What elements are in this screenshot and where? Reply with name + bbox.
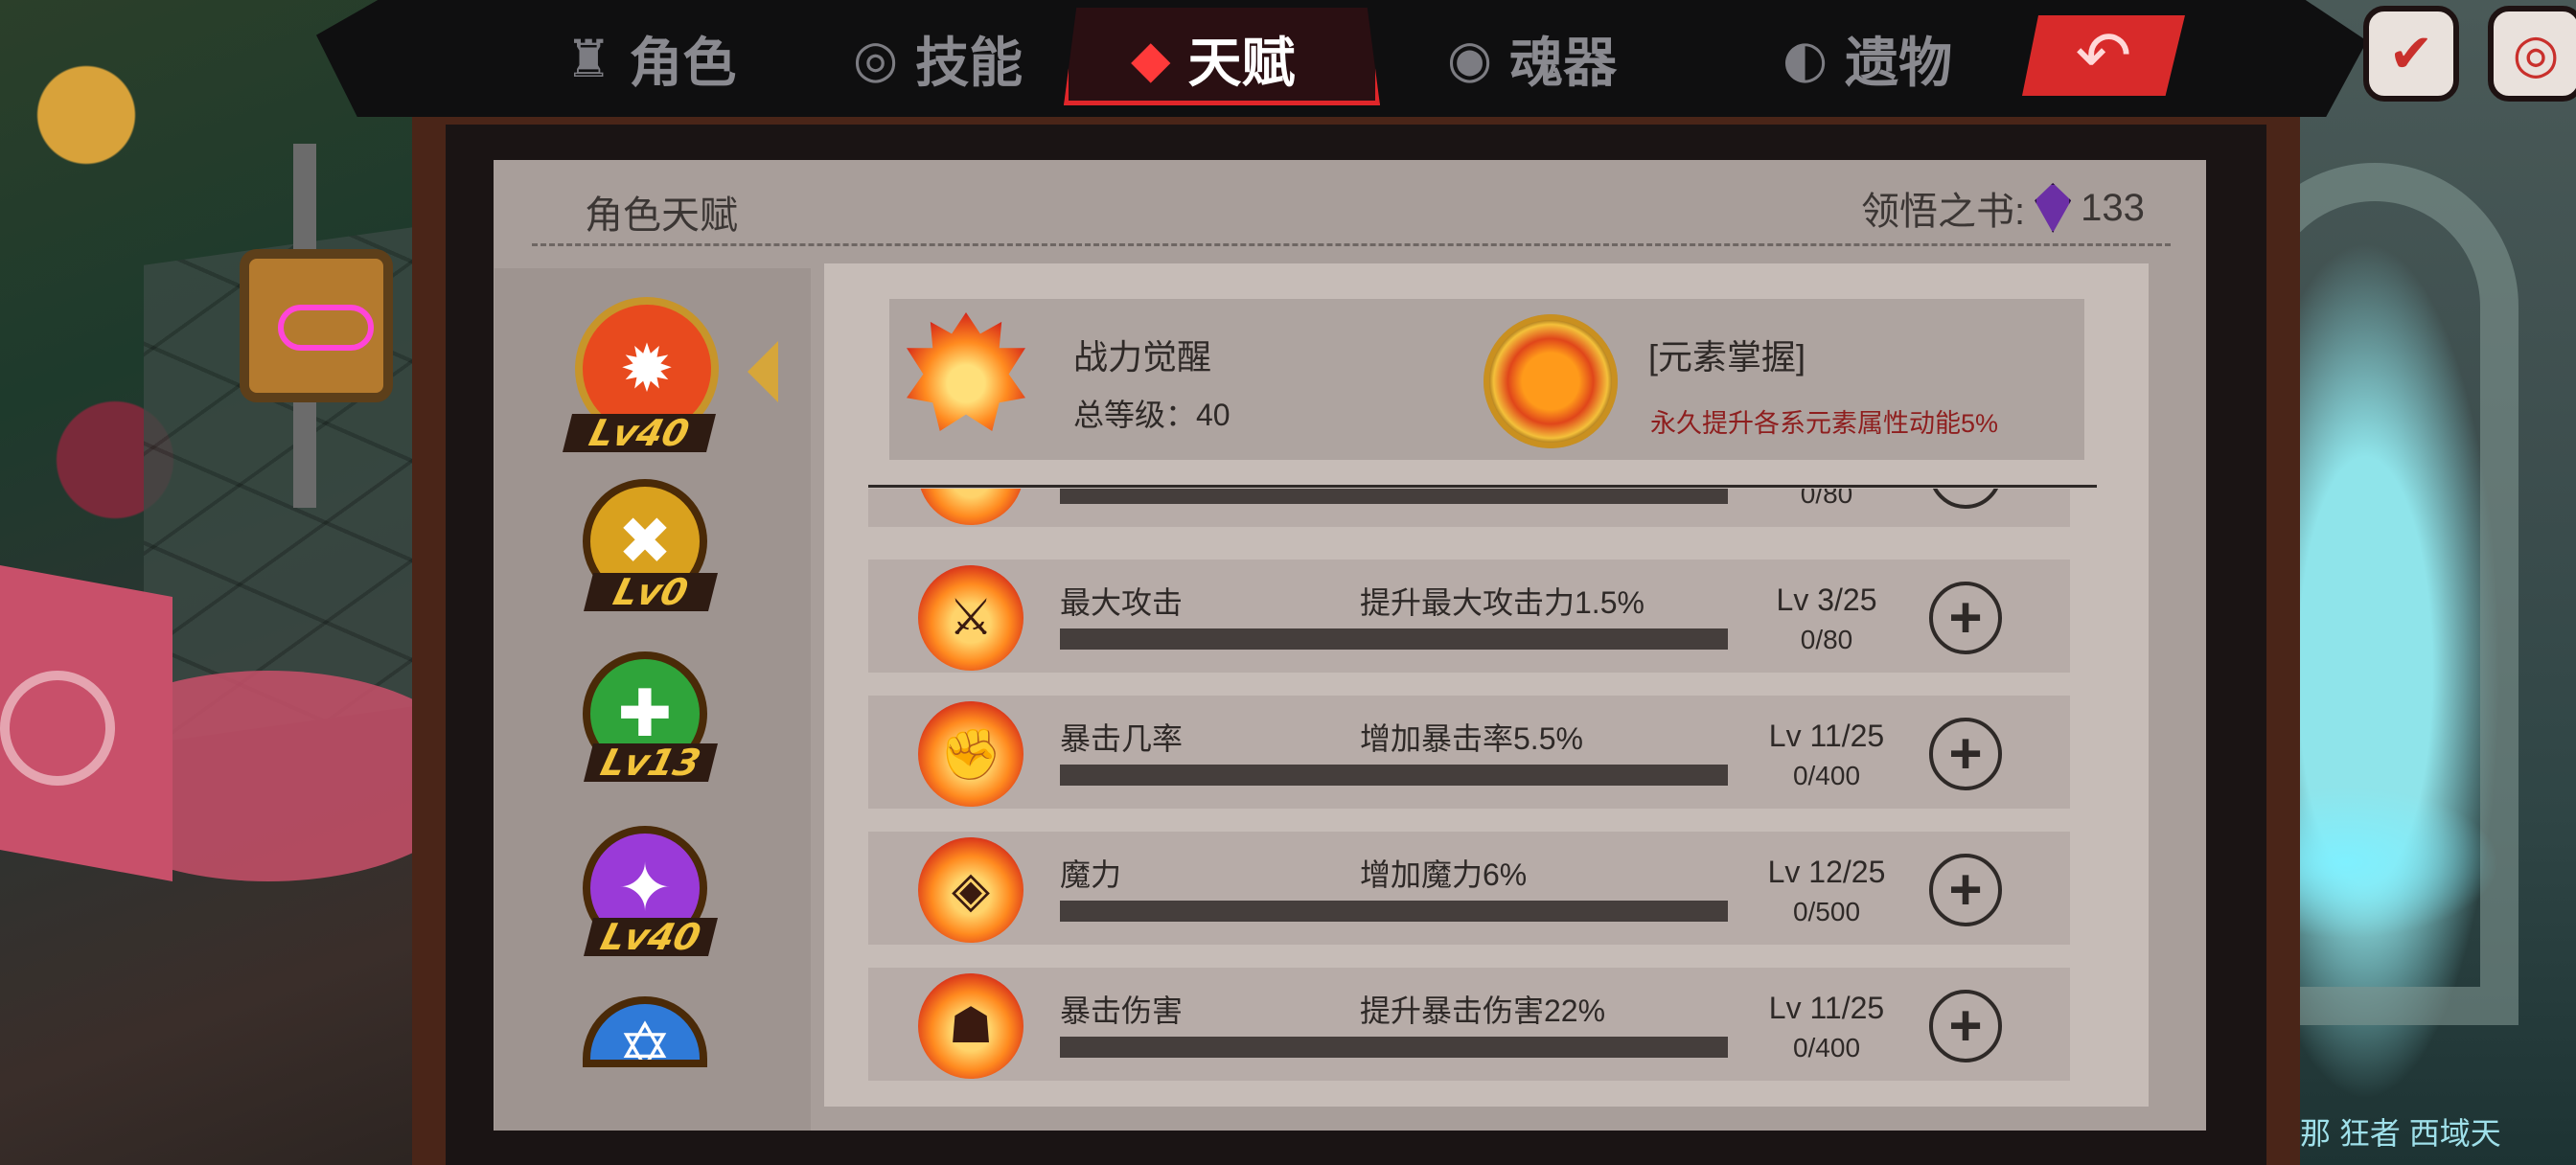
upgrade-button[interactable]: + <box>1929 854 2002 926</box>
book-label: 领悟之书: <box>1861 191 2026 233</box>
talent-description: 增加魔力6% <box>1360 857 1528 892</box>
sword-icon: ⚔ <box>918 565 1024 671</box>
back-button[interactable]: ↶ <box>2022 15 2185 96</box>
tab-label: 天赋 <box>1187 32 1296 95</box>
tab-skills[interactable]: ◎ 技能 <box>853 17 1023 100</box>
upgrade-button[interactable]: + <box>1929 489 2002 509</box>
talent-xp: 0/80 <box>1800 489 1853 509</box>
talent-row: ✊ 暴击几率 增加暴击率5.5% Lv 11/25 0/400 + <box>868 696 2070 809</box>
talent-description: 提升最大攻击力1.5% <box>1360 585 1644 620</box>
talent-name: 暴击几率 <box>1060 721 1184 756</box>
heal-cross-icon: ✚ <box>617 676 673 750</box>
fire-figure-icon: ☗ <box>918 973 1024 1079</box>
bonus-description: 永久提升各系元素属性动能5% <box>1650 409 1999 438</box>
category-level: Lv40 <box>584 916 718 958</box>
insight-book-counter: 领悟之书: 133 <box>1861 180 2145 236</box>
soul-icon: ◉ <box>1447 28 1493 89</box>
talent-level: Lv 11/25 <box>1768 991 1885 1025</box>
back-arrow-icon: ↶ <box>2075 18 2132 93</box>
list-divider <box>868 485 2097 488</box>
talent-list[interactable]: ⚔ 0/80 + ⚔ 最大攻击 提升最大攻击力1.5% Lv 3/25 0/80… <box>868 489 2097 1107</box>
bonus-name: [元素掌握] <box>1648 337 1806 377</box>
tab-relics[interactable]: ◐ 遗物 <box>1782 17 1952 100</box>
talent-name: 最大攻击 <box>1060 585 1184 620</box>
progress-bar <box>1060 628 1728 650</box>
sword-icon: ⚔ <box>918 489 1024 525</box>
calendar-check-icon[interactable]: ✔ <box>2363 6 2459 102</box>
talent-xp: 0/500 <box>1792 897 1861 926</box>
talent-tree-name: 战力觉醒 <box>1073 337 1212 377</box>
talent-description: 增加暴击率5.5% <box>1360 721 1583 756</box>
upgrade-button[interactable]: + <box>1929 582 2002 654</box>
swirl-icon: ◎ <box>853 28 899 89</box>
talent-description: 提升暴击伤害22% <box>1360 994 1606 1028</box>
tab-soul-vessel[interactable]: ◉ 魂器 <box>1447 17 1617 100</box>
shield-icon: ✖ <box>617 504 673 578</box>
footer-text: 那 狂者 西域天 <box>2300 1116 2501 1151</box>
talent-row: ☗ 暴击伤害 提升暴击伤害22% Lv 11/25 0/400 + <box>868 968 2070 1081</box>
fist-icon: ✊ <box>918 701 1024 807</box>
category-level: Lv40 <box>563 412 716 454</box>
talent-level: Lv 12/25 <box>1767 855 1886 889</box>
tab-label: 角色 <box>629 32 737 95</box>
talent-xp: 0/400 <box>1792 761 1861 790</box>
progress-bar <box>1060 1037 1728 1058</box>
arcane-star-icon: ✦ <box>617 851 673 925</box>
banner-emblem <box>0 671 115 786</box>
talent-row: ⚔ 最大攻击 提升最大攻击力1.5% Lv 3/25 0/80 + <box>868 560 2070 673</box>
category-level: Lv13 <box>584 742 718 784</box>
category-level: Lv0 <box>584 571 718 613</box>
purple-gem-icon <box>2035 183 2072 233</box>
talent-name: 魔力 <box>1060 857 1122 892</box>
tab-label: 魂器 <box>1509 32 1618 95</box>
progress-bar <box>1060 901 1728 922</box>
talent-name: 暴击伤害 <box>1060 994 1184 1028</box>
talent-xp: 0/400 <box>1792 1033 1861 1062</box>
upgrade-button[interactable]: + <box>1929 990 2002 1062</box>
divider <box>532 243 2171 246</box>
magic-rune-icon: ◈ <box>918 837 1024 943</box>
talent-xp: 0/80 <box>1800 625 1853 654</box>
tab-label: 遗物 <box>1845 32 1953 95</box>
talent-row: ◈ 魔力 增加魔力6% Lv 12/25 0/500 + <box>868 832 2070 945</box>
book-count: 133 <box>2081 186 2145 229</box>
upgrade-button[interactable]: + <box>1929 718 2002 790</box>
talent-icon: ◆ <box>1131 28 1171 89</box>
flame-badge-icon <box>907 312 1025 431</box>
panel-title: 角色天赋 <box>585 194 738 237</box>
talent-level: Lv 11/25 <box>1768 719 1885 753</box>
progress-bar <box>1060 765 1728 786</box>
frost-star-icon: ✡ <box>617 1011 673 1067</box>
tab-label: 技能 <box>915 32 1024 95</box>
talent-level: Lv 3/25 <box>1776 582 1877 617</box>
tab-character[interactable]: ♜ 角色 <box>565 17 736 100</box>
settings-icon[interactable]: ◎ <box>2488 6 2576 102</box>
sign-glasses-icon <box>278 305 374 351</box>
relic-icon: ◐ <box>1782 28 1828 89</box>
total-level: 总等级：40 <box>1073 398 1230 432</box>
progress-bar <box>1060 489 1728 504</box>
tab-talent[interactable]: ◆ 天赋 <box>1131 17 1296 100</box>
talent-row: ⚔ 0/80 + <box>868 489 2070 527</box>
flame-icon: ✹ <box>619 331 675 405</box>
element-badge-icon[interactable] <box>1484 314 1618 448</box>
selected-pointer-icon <box>748 341 778 402</box>
helmet-icon: ♜ <box>565 28 612 89</box>
